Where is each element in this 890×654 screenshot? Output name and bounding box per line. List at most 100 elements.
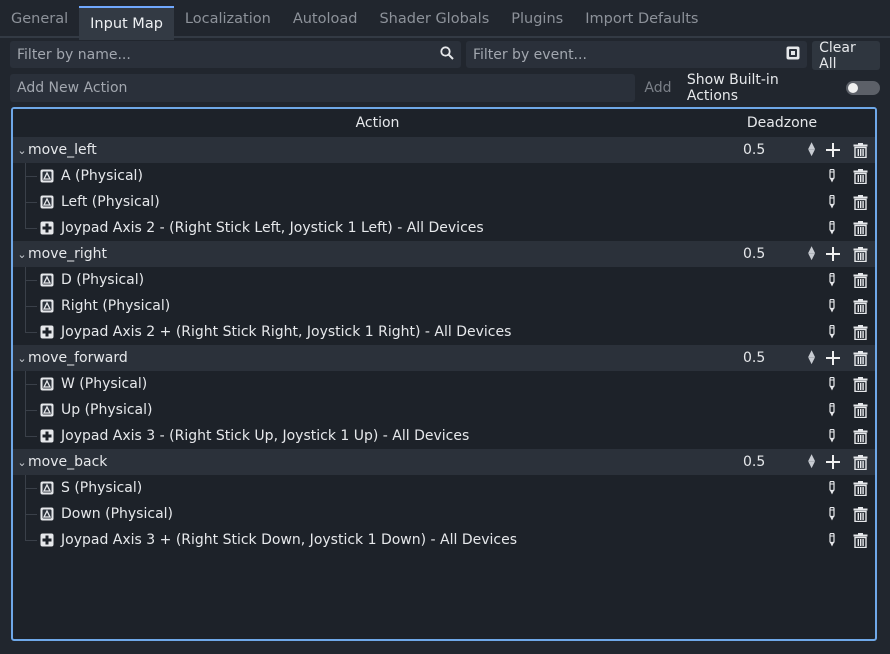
- keyboard-key-icon: [40, 195, 54, 209]
- edit-event-icon[interactable]: [829, 475, 835, 501]
- add-event-icon[interactable]: [825, 449, 841, 475]
- tab-shader-globals[interactable]: Shader Globals: [368, 2, 500, 36]
- keyboard-listen-icon[interactable]: [786, 46, 800, 64]
- joypad-axis-icon: [40, 429, 54, 443]
- action-row[interactable]: ⌄ move_forward 0.5 ▲ ▼: [13, 345, 875, 371]
- filter-by-name-input[interactable]: Filter by name...: [10, 41, 461, 68]
- keyboard-key-icon: [40, 403, 54, 417]
- collapse-arrow-icon[interactable]: ⌄: [16, 248, 28, 261]
- add-event-icon[interactable]: [825, 345, 841, 371]
- remove-event-icon[interactable]: [853, 189, 868, 215]
- edit-event-icon[interactable]: [829, 397, 835, 423]
- tab-divider: [0, 36, 890, 38]
- remove-event-icon[interactable]: [853, 163, 868, 189]
- action-row[interactable]: ⌄ move_right 0.5 ▲ ▼: [13, 241, 875, 267]
- remove-event-icon[interactable]: [853, 267, 868, 293]
- remove-action-icon[interactable]: [853, 449, 868, 475]
- tab-plugins[interactable]: Plugins: [500, 2, 574, 36]
- remove-event-icon[interactable]: [853, 501, 868, 527]
- deadzone-spinbox[interactable]: 0.5 ▲ ▼: [743, 246, 815, 263]
- joypad-axis-icon: [40, 221, 54, 235]
- remove-event-icon[interactable]: [853, 475, 868, 501]
- remove-event-icon[interactable]: [853, 397, 868, 423]
- event-row[interactable]: D (Physical): [13, 267, 875, 293]
- remove-action-icon[interactable]: [853, 137, 868, 163]
- tree-guide-branch: [25, 202, 37, 203]
- event-label: Joypad Axis 3 + (Right Stick Down, Joyst…: [61, 532, 518, 548]
- deadzone-spinbox[interactable]: 0.5 ▲ ▼: [743, 142, 815, 159]
- clear-all-button[interactable]: Clear All: [812, 40, 881, 72]
- show-builtin-label: Show Built-in Actions: [686, 72, 779, 104]
- tab-localization[interactable]: Localization: [174, 2, 282, 36]
- event-row[interactable]: A (Physical): [13, 163, 875, 189]
- edit-event-icon[interactable]: [829, 371, 835, 397]
- action-row[interactable]: ⌄ move_left 0.5 ▲ ▼: [13, 137, 875, 163]
- remove-event-icon[interactable]: [853, 319, 868, 345]
- add-button[interactable]: Add: [635, 80, 681, 96]
- keyboard-key-icon: [40, 507, 54, 521]
- tab-input-map[interactable]: Input Map: [79, 6, 174, 40]
- edit-event-icon[interactable]: [829, 215, 835, 241]
- event-row[interactable]: Up (Physical): [13, 397, 875, 423]
- event-row[interactable]: Left (Physical): [13, 189, 875, 215]
- action-row[interactable]: ⌄ move_back 0.5 ▲ ▼: [13, 449, 875, 475]
- event-row[interactable]: Joypad Axis 2 + (Right Stick Right, Joys…: [13, 319, 875, 345]
- column-header-deadzone: Deadzone: [746, 115, 818, 131]
- filter-by-event-placeholder: Filter by event...: [472, 46, 587, 63]
- remove-event-icon[interactable]: [853, 293, 868, 319]
- edit-event-icon[interactable]: [829, 293, 835, 319]
- edit-event-icon[interactable]: [829, 267, 835, 293]
- edit-event-icon[interactable]: [829, 163, 835, 189]
- keyboard-key-icon: [40, 169, 54, 183]
- edit-event-icon[interactable]: [829, 189, 835, 215]
- spin-arrows-icon[interactable]: ▲ ▼: [808, 454, 815, 470]
- edit-event-icon[interactable]: [829, 501, 835, 527]
- remove-event-icon[interactable]: [853, 423, 868, 449]
- remove-action-icon[interactable]: [853, 345, 868, 371]
- deadzone-spinbox[interactable]: 0.5 ▲ ▼: [743, 350, 815, 367]
- add-event-icon[interactable]: [825, 137, 841, 163]
- spin-arrows-icon[interactable]: ▲ ▼: [808, 246, 815, 262]
- event-row[interactable]: Joypad Axis 2 - (Right Stick Left, Joyst…: [13, 215, 875, 241]
- tree-rows: ⌄ move_left 0.5 ▲ ▼ A (Physical) Left (Physica…: [13, 137, 875, 553]
- event-row[interactable]: W (Physical): [13, 371, 875, 397]
- event-row[interactable]: Right (Physical): [13, 293, 875, 319]
- event-row[interactable]: S (Physical): [13, 475, 875, 501]
- remove-event-icon[interactable]: [853, 527, 868, 553]
- remove-event-icon[interactable]: [853, 215, 868, 241]
- keyboard-key-icon: [40, 299, 54, 313]
- event-label: W (Physical): [61, 376, 148, 392]
- tree-guide-branch: [25, 514, 37, 515]
- edit-event-icon[interactable]: [829, 527, 835, 553]
- keyboard-key-icon: [40, 377, 54, 391]
- collapse-arrow-icon[interactable]: ⌄: [16, 144, 28, 157]
- tab-general[interactable]: General: [0, 2, 79, 36]
- remove-action-icon[interactable]: [853, 241, 868, 267]
- filter-row: Filter by name... Filter by event... Cle…: [10, 40, 881, 72]
- edit-event-icon[interactable]: [829, 319, 835, 345]
- tree-guide-branch: [25, 280, 37, 281]
- tab-import-defaults[interactable]: Import Defaults: [574, 2, 709, 36]
- joypad-axis-icon: [40, 533, 54, 547]
- event-row[interactable]: Down (Physical): [13, 501, 875, 527]
- tree-guide-branch: [25, 384, 37, 385]
- show-builtin-toggle[interactable]: [846, 81, 880, 95]
- new-action-input[interactable]: Add New Action: [10, 74, 635, 102]
- tree-guide-branch: [25, 410, 37, 411]
- event-row[interactable]: Joypad Axis 3 - (Right Stick Up, Joystic…: [13, 423, 875, 449]
- action-tree: Action Deadzone ⌄ move_left 0.5 ▲ ▼ A (Physic…: [11, 107, 877, 641]
- event-label: Right (Physical): [61, 298, 171, 314]
- collapse-arrow-icon[interactable]: ⌄: [16, 352, 28, 365]
- add-event-icon[interactable]: [825, 241, 841, 267]
- filter-by-event-input[interactable]: Filter by event...: [465, 41, 808, 68]
- tree-guide-line: [25, 319, 26, 332]
- tree-guide-line: [25, 423, 26, 436]
- remove-event-icon[interactable]: [853, 371, 868, 397]
- spin-arrows-icon[interactable]: ▲ ▼: [808, 350, 815, 366]
- deadzone-spinbox[interactable]: 0.5 ▲ ▼: [743, 454, 815, 471]
- spin-arrows-icon[interactable]: ▲ ▼: [808, 142, 815, 158]
- tab-autoload[interactable]: Autoload: [282, 2, 369, 36]
- collapse-arrow-icon[interactable]: ⌄: [16, 456, 28, 469]
- edit-event-icon[interactable]: [829, 423, 835, 449]
- event-row[interactable]: Joypad Axis 3 + (Right Stick Down, Joyst…: [13, 527, 875, 553]
